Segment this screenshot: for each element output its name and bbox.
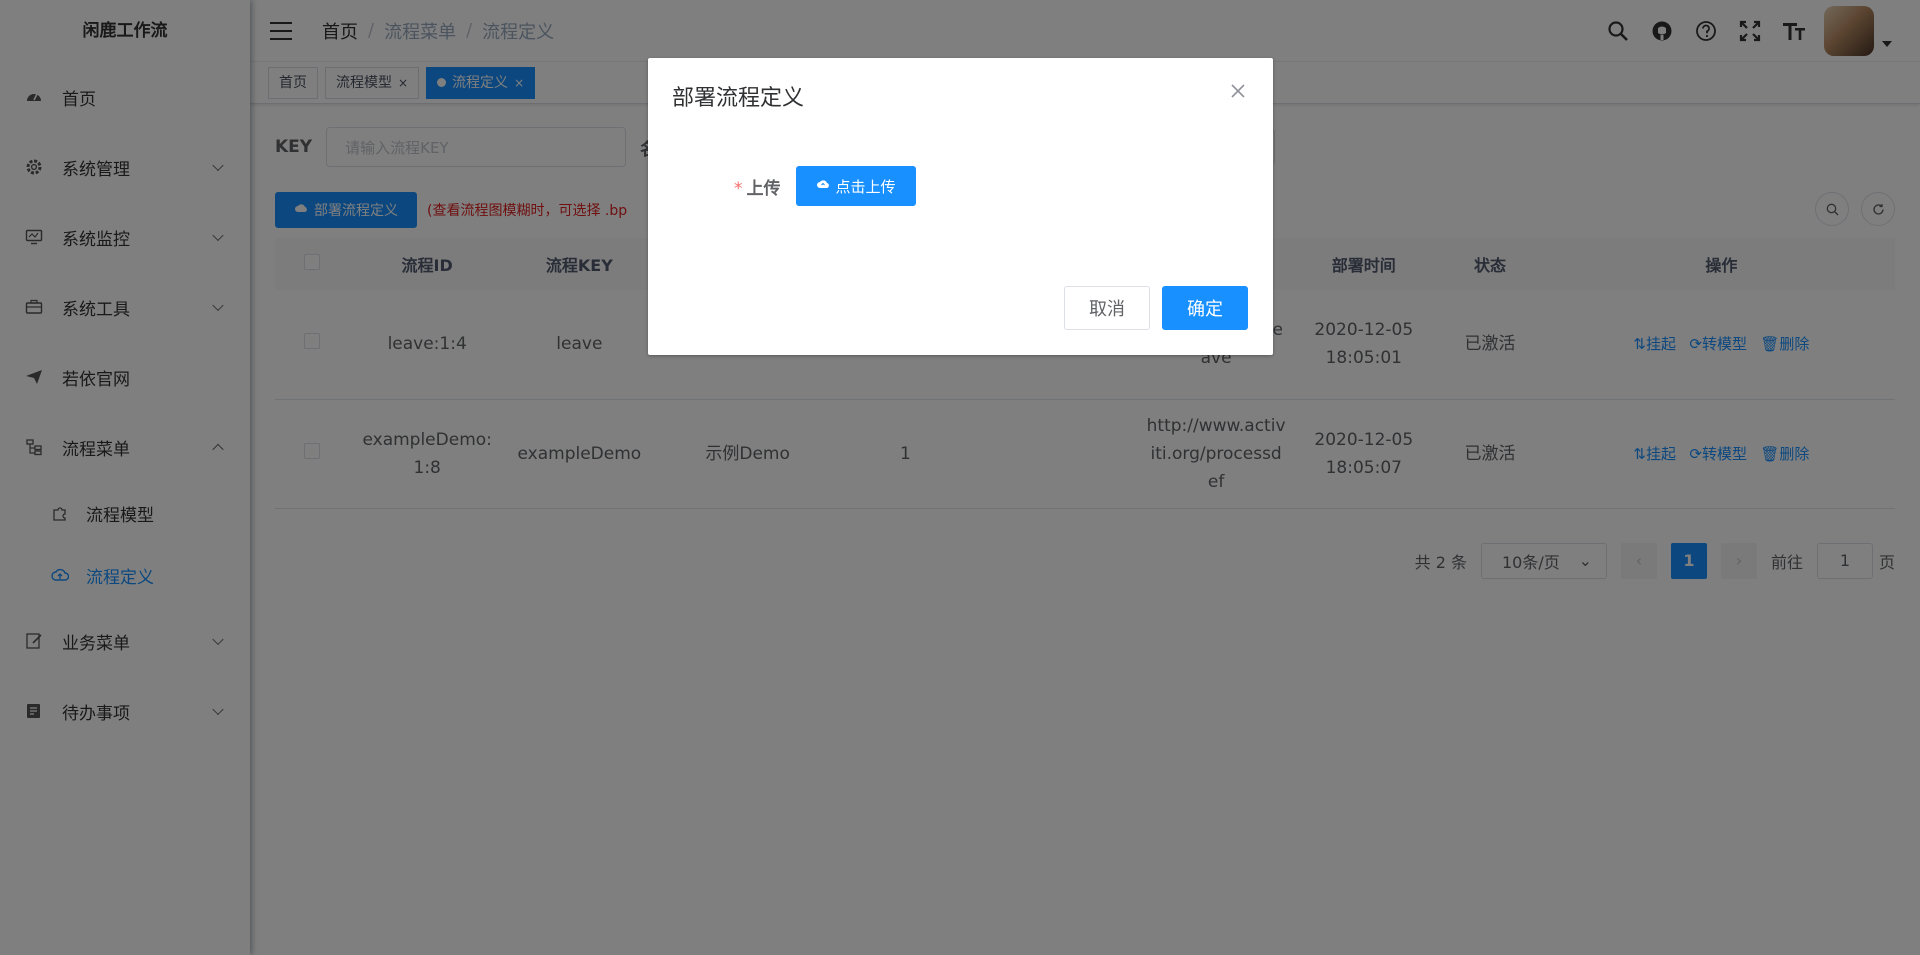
cancel-button[interactable]: 取消 [1064, 286, 1150, 330]
cloud-upload-icon [816, 177, 830, 195]
upload-label: * 上传 [734, 178, 781, 199]
dialog-footer: 取消 确定 [1064, 286, 1248, 330]
upload-button-label: 点击上传 [835, 177, 896, 196]
confirm-button[interactable]: 确定 [1162, 286, 1248, 330]
dialog-title: 部署流程定义 [672, 86, 805, 111]
upload-button[interactable]: 点击上传 [795, 166, 916, 206]
deploy-dialog: 部署流程定义 * 上传 点击上传 取消 确定 [648, 58, 1273, 355]
upload-form-row: * 上传 点击上传 [734, 166, 916, 206]
close-icon[interactable] [1229, 82, 1247, 100]
